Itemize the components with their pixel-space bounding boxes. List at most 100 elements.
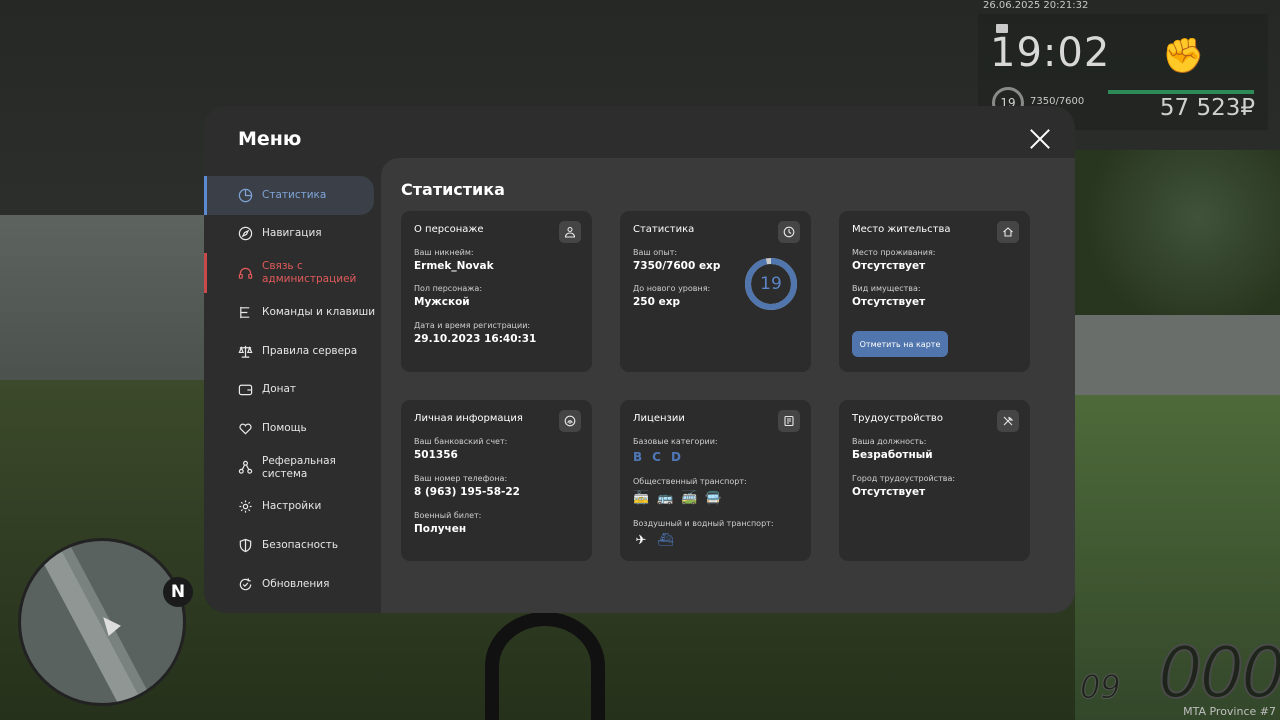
field-phone: Ваш номер телефона: 8 (963) 195-58-22	[414, 474, 520, 498]
sidebar-item-rules[interactable]: Правила сервера	[204, 332, 381, 371]
sidebar-item-label: Команды и клавиши	[262, 305, 376, 318]
hud-money: 57 523₽	[1159, 95, 1255, 121]
minimap	[18, 538, 186, 706]
home-icon	[997, 221, 1019, 243]
fingerprint-icon	[559, 410, 581, 432]
refresh-icon	[237, 576, 253, 592]
field-value: 250 exp	[633, 296, 680, 308]
sidebar-item-label: Связь с администрацией	[262, 260, 357, 286]
card-title: Место жительства	[852, 224, 951, 235]
field-bank: Ваш банковский счет: 501356	[414, 437, 507, 461]
server-name: MTA Province #7	[1183, 705, 1276, 718]
field-next-level: До нового уровня: 250 exp	[633, 284, 710, 308]
sidebar-item-statistics[interactable]: Статистика	[204, 176, 374, 215]
card-title: Трудоустройство	[852, 413, 943, 424]
content-panel: Статистика О персонаже Ваш никнейм: Erme…	[381, 158, 1075, 613]
field-label: Ваш опыт:	[633, 248, 678, 257]
sidebar-item-label: Реферальная система	[262, 454, 336, 480]
sidebar-item-label: Безопасность	[262, 538, 339, 551]
field-label: Вид имущества:	[852, 284, 921, 293]
card-residence: Место жительства Место проживания: Отсут…	[839, 211, 1030, 372]
north-indicator: N	[163, 577, 193, 607]
sidebar-item-security[interactable]: Безопасность	[204, 526, 381, 565]
field-value: Отсутствует	[852, 260, 926, 272]
card-title: Статистика	[633, 224, 695, 235]
field-value: Отсутствует	[852, 486, 926, 498]
field-label: Город трудоустройства:	[852, 474, 956, 483]
content-title: Статистика	[401, 180, 505, 199]
field-position: Ваша должность: Безработный	[852, 437, 933, 461]
card-title: Лицензии	[633, 413, 685, 424]
wallet-icon	[237, 382, 253, 398]
field-value: 501356	[414, 449, 458, 461]
field-label: Ваша должность:	[852, 437, 927, 446]
sidebar-item-settings[interactable]: Настройки	[204, 488, 381, 527]
fuel-readout: 09	[1080, 668, 1122, 707]
tram-icon: 🚋	[633, 491, 650, 506]
motorcycle-wheel	[485, 612, 605, 720]
sidebar-item-updates[interactable]: Обновления	[204, 565, 381, 604]
field-military: Военный билет: Получен	[414, 511, 481, 535]
scales-icon	[237, 343, 253, 359]
menu-window: Меню Статистика Навигация Связь с админи…	[204, 106, 1075, 613]
list-icon	[237, 304, 253, 320]
field-label: Воздушный и водный транспорт:	[633, 519, 774, 528]
shield-icon	[237, 537, 253, 553]
trolleybus-icon: 🚎	[681, 491, 698, 506]
sidebar-item-label: Статистика	[262, 188, 327, 201]
field-label: Ваш никнейм:	[414, 248, 474, 257]
field-public-transport: Общественный транспорт: 🚋 🚌 🚎 🚍	[633, 477, 747, 506]
card-licenses: Лицензии Базовые категории: B C D Общест…	[620, 400, 811, 561]
menu-title: Меню	[238, 128, 302, 150]
sidebar-item-label: Обновления	[262, 577, 330, 590]
license-category: D	[670, 450, 681, 464]
tools-icon	[997, 410, 1019, 432]
field-registration: Дата и время регистрации: 29.10.2023 16:…	[414, 321, 536, 345]
air-water-icons: ✈ ⛴	[633, 533, 774, 548]
hud-datetime: 26.06.2025 20:21:32	[983, 0, 1089, 11]
person-icon	[559, 221, 581, 243]
sidebar-item-commands[interactable]: Команды и клавиши	[204, 293, 381, 332]
field-value: Мужской	[414, 296, 470, 308]
sidebar-item-help[interactable]: Помощь	[204, 409, 381, 448]
sidebar-item-donate[interactable]: Донат	[204, 370, 381, 409]
sidebar-item-label: Правила сервера	[262, 344, 358, 357]
card-title: Личная информация	[414, 413, 523, 424]
sidebar-item-label: Навигация	[262, 227, 322, 240]
card-statistics: Статистика Ваш опыт: 7350/7600 exp До но…	[620, 211, 811, 372]
field-residence: Место проживания: Отсутствует	[852, 248, 935, 272]
field-value: 29.10.2023 16:40:31	[414, 333, 537, 345]
plane-icon: ✈	[635, 533, 647, 548]
sidebar-item-label: Донат	[262, 383, 297, 396]
field-label: Пол персонажа:	[414, 284, 483, 293]
field-label: До нового уровня:	[633, 284, 711, 293]
sidebar-item-label: Настройки	[262, 500, 322, 513]
health-bar	[1108, 90, 1254, 94]
field-basic-categories: Базовые категории: B C D	[633, 437, 718, 464]
mark-on-map-button[interactable]: Отметить на карте	[852, 331, 948, 357]
hud-clock: 19:02	[990, 30, 1111, 76]
bus-icon: 🚌	[657, 491, 674, 506]
card-character: О персонаже Ваш никнейм: Ermek_Novak Пол…	[401, 211, 592, 372]
compass-icon	[237, 226, 253, 242]
sidebar-item-contact-admin[interactable]: Связь с администрацией	[204, 253, 381, 294]
close-button[interactable]	[1029, 128, 1051, 150]
field-label: Ваш банковский счет:	[414, 437, 508, 446]
field-label: Военный билет:	[414, 511, 482, 520]
pie-chart-icon	[237, 187, 253, 203]
level-number: 19	[760, 274, 782, 294]
field-gender: Пол персонажа: Мужской	[414, 284, 482, 308]
field-label: Базовые категории:	[633, 437, 718, 446]
sidebar-item-navigation[interactable]: Навигация	[204, 215, 381, 254]
field-air-water: Воздушный и водный транспорт: ✈ ⛴	[633, 519, 774, 548]
sidebar-item-referral[interactable]: Реферальная система	[204, 448, 381, 488]
card-title: О персонаже	[414, 224, 484, 235]
field-value: Получен	[414, 523, 467, 535]
field-exp: Ваш опыт: 7350/7600 exp	[633, 248, 720, 272]
boat-icon: ⛴	[657, 533, 674, 548]
field-label: Общественный транспорт:	[633, 477, 747, 486]
heart-hand-icon	[237, 420, 253, 436]
field-property: Вид имущества: Отсутствует	[852, 284, 925, 308]
card-personal: Личная информация Ваш банковский счет: 5…	[401, 400, 592, 561]
headset-icon	[237, 265, 253, 281]
